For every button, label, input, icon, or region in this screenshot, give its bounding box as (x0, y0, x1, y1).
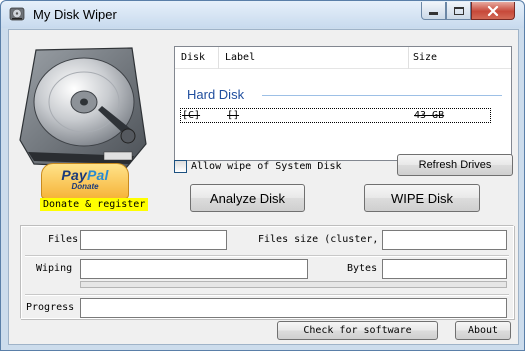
hard-drive-image (19, 47, 147, 169)
title-bar[interactable]: My Disk Wiper (1, 1, 524, 28)
refresh-drives-button[interactable]: Refresh Drives (397, 154, 513, 176)
progress-label: Progress (26, 302, 75, 313)
about-button[interactable]: About (455, 321, 511, 340)
checkbox-box[interactable] (174, 159, 187, 173)
files-size-field (382, 230, 507, 250)
wiping-label: Wiping (36, 263, 73, 274)
analyze-disk-button[interactable]: Analyze Disk (190, 184, 305, 212)
column-header-size[interactable]: Size (413, 52, 437, 63)
files-field (80, 230, 227, 250)
close-icon (487, 5, 499, 16)
checkbox-label[interactable]: Allow wipe of System Disk (191, 161, 342, 172)
check-for-software-button[interactable]: Check for software (277, 321, 438, 340)
paypal-donate-label: Donate (71, 182, 99, 191)
group-divider (262, 95, 502, 96)
column-header-disk[interactable]: Disk (181, 52, 205, 63)
column-header-label[interactable]: Label (225, 52, 255, 63)
size-cell: 43 GB (414, 110, 445, 121)
main-panel: PayPal Donate Donate & register Disk Lab… (8, 29, 519, 345)
disk-list[interactable]: Disk Label Size Hard Disk [C] [] 43 GB (174, 46, 512, 161)
files-size-label: Files size (cluster, (258, 234, 379, 245)
paypal-donate-button[interactable]: PayPal Donate (41, 163, 129, 199)
bytes-label: Bytes (347, 263, 378, 274)
allow-system-wipe-checkbox[interactable]: Allow wipe of System Disk (174, 158, 342, 174)
stats-panel: Files Files size (cluster, Wiping Bytes … (20, 225, 514, 319)
hard-disk-icon (9, 7, 25, 21)
label-cell: [] (227, 110, 240, 121)
minimize-icon (429, 12, 438, 15)
divider (25, 294, 509, 296)
maximize-icon (453, 6, 464, 15)
wiping-progress-bar (80, 281, 507, 288)
close-button[interactable] (471, 2, 515, 20)
group-header: Hard Disk (187, 87, 245, 102)
progress-field (80, 298, 507, 318)
files-label: Files (48, 234, 79, 245)
window-title: My Disk Wiper (33, 7, 117, 22)
app-window: My Disk Wiper PayPal Donate Donate & reg… (0, 0, 525, 351)
minimize-button[interactable] (421, 2, 446, 20)
disk-list-header: Disk Label Size (175, 47, 511, 69)
divider (25, 255, 509, 257)
table-row[interactable]: [C] [] 43 GB (180, 108, 491, 123)
wipe-disk-button[interactable]: WIPE Disk (364, 184, 480, 212)
bytes-field (382, 259, 507, 279)
column-divider[interactable] (408, 47, 409, 69)
column-divider[interactable] (218, 47, 219, 69)
donate-register-link[interactable]: Donate & register (40, 198, 149, 211)
wiping-field (80, 259, 308, 279)
maximize-button[interactable] (446, 2, 471, 20)
disk-cell: [C] (182, 110, 201, 121)
paypal-logo: PayPal (61, 167, 109, 183)
